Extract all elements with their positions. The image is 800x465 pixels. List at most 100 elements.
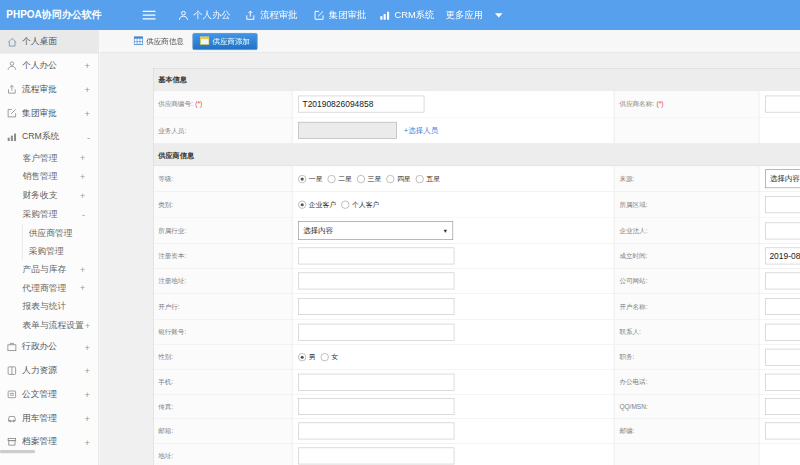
radio-one-star[interactable]: 一星 [298,174,322,183]
nav-group-approval[interactable]: 集团审批 [314,9,367,21]
registered-address-input[interactable] [298,273,454,290]
expand-plus-icon[interactable]: + [85,342,90,353]
expand-plus-icon[interactable]: + [85,321,90,331]
radio-five-star[interactable]: 五星 [416,174,440,183]
field-label: 邮编: [614,419,759,443]
region-input[interactable] [765,196,800,213]
sidebar-item-group-approval[interactable]: 集团审批 + [0,101,98,125]
nav-personal-office[interactable]: 个人办公 [178,9,231,21]
contact-input[interactable] [765,324,800,341]
sidebar-item-crm[interactable]: CRM系统 - [0,125,98,149]
form-row-supplier-code: 供应商编号:(*) T20190826094858 供应商名称:(*) [154,91,800,118]
account-name-input[interactable] [765,298,800,315]
section-supplier-info: 供应商信息 [154,144,800,167]
sidebar-item-workflow[interactable]: 流程审批 + [0,78,98,102]
email-input[interactable] [298,423,454,440]
form-row-industry: 所属行业: 选择内容▼ 企业法人: [154,218,800,244]
qq-msn-input[interactable] [765,398,800,415]
radio-two-star[interactable]: 二星 [328,174,352,183]
expand-plus-icon[interactable]: + [85,365,90,376]
field-label: 业务人员: [154,118,292,144]
sidebar-item-sales-mgmt[interactable]: 销售管理 + [0,168,98,187]
sidebar-item-hr[interactable]: 人力资源 + [0,359,98,383]
field-label: 地址: [154,444,292,465]
edit-icon [7,108,18,119]
position-input[interactable] [765,349,800,366]
form-row-category: 类别: 企业客户 个人客户 所属区域: [154,192,800,218]
expand-plus-icon[interactable]: + [80,172,85,182]
radio-enterprise-customer[interactable]: 企业客户 [298,200,336,209]
nav-crm-system[interactable]: CRM系统 [379,9,434,21]
expand-plus-icon[interactable]: + [80,191,85,201]
website-input[interactable] [765,273,800,290]
chevron-down-icon [495,13,503,17]
expand-plus-icon[interactable]: + [85,437,90,448]
collapse-minus-icon[interactable]: - [82,209,85,219]
sidebar-item-documents[interactable]: 公文管理 + [0,383,98,407]
field-label: 公司网站: [614,269,759,293]
field-label: 开户行: [154,294,292,320]
expand-plus-icon[interactable]: + [80,283,85,293]
supplier-code-input[interactable]: T20190826094858 [298,95,424,112]
tab-supplier-info[interactable]: 供应商信息 [134,36,184,47]
sidebar-item-purchase-mgmt[interactable]: 采购管理 - [0,205,98,224]
sidebar-item-vehicles[interactable]: 用车管理 + [0,406,98,430]
sidebar-item-personal-office[interactable]: 个人办公 + [0,54,98,78]
sidebar-item-admin-office[interactable]: 行政办公 + [0,335,98,359]
office-phone-input[interactable] [765,374,800,391]
address-input[interactable] [298,448,454,465]
expand-plus-icon[interactable]: + [85,389,90,400]
bank-input[interactable] [298,298,454,315]
field-label: 邮箱: [154,419,292,443]
industry-select[interactable]: 选择内容▼ [298,221,453,240]
bar-chart-icon [7,132,18,143]
form-row-registered-capital: 注册资本: 成立时间: 2019-08-26 [154,244,800,269]
mobile-input[interactable] [298,374,454,391]
sales-person-input[interactable] [298,122,397,139]
founding-date-input[interactable]: 2019-08-26 [765,248,800,265]
field-label: 银行账号: [154,320,292,344]
sidebar-item-purchasing[interactable]: 采购管理 [23,242,99,260]
sidebar-item-supplier-mgmt[interactable]: 供应商管理 [23,224,99,242]
expand-plus-icon[interactable]: + [85,413,90,424]
registered-capital-input[interactable] [298,248,454,265]
source-select[interactable]: 选择内容▼ [765,169,800,188]
sidebar-item-finance[interactable]: 财务收支 + [0,186,98,205]
nav-workflow-approval[interactable]: 流程审批 [245,9,298,21]
postcode-input[interactable] [765,423,800,440]
main-content: 基本信息 供应商编号:(*) T20190826094858 供应商名称:(*)… [99,53,800,465]
bank-account-input[interactable] [298,324,454,341]
expand-plus-icon[interactable]: + [80,153,85,163]
sidebar-item-agent-mgmt[interactable]: 代理商管理 + [0,279,98,298]
radio-three-star[interactable]: 三星 [357,174,381,183]
radio-male[interactable]: 男 [298,353,316,362]
sidebar-item-form-flow-settings[interactable]: 表单与流程设置 + [0,316,98,335]
expand-plus-icon[interactable]: + [80,264,85,274]
menu-toggle-icon[interactable] [143,8,156,21]
sidebar-item-products-inventory[interactable]: 产品与库存 + [0,260,98,279]
sidebar-item-reports[interactable]: 报表与统计 [0,298,98,317]
field-label: 开户名称: [614,294,759,320]
expand-plus-icon[interactable]: + [85,60,90,71]
tab-supplier-add-active[interactable]: 供应商添加 [193,33,258,50]
field-label: 等级: [154,166,292,191]
radio-female[interactable]: 女 [321,353,339,362]
sidebar-item-customer-mgmt[interactable]: 客户管理 + [0,149,98,168]
document-icon [7,389,18,400]
field-label: 办公电话: [614,370,759,394]
horizontal-scrollbar[interactable] [0,450,35,453]
supplier-name-input[interactable] [765,95,800,112]
choose-person-link[interactable]: +选择人员 [404,125,438,136]
collapse-minus-icon[interactable]: - [87,132,90,143]
sidebar-item-desktop[interactable]: 个人桌面 [0,30,98,54]
radio-four-star[interactable]: 四星 [386,174,410,183]
nav-more-apps[interactable]: 更多应用 [446,9,503,21]
expand-plus-icon[interactable]: + [85,108,90,119]
field-label: 所属区域: [614,192,759,218]
window-grid-icon [134,36,143,47]
field-label: 联系人: [614,320,759,344]
fax-input[interactable] [298,398,454,415]
radio-individual-customer[interactable]: 个人客户 [341,200,379,209]
legal-person-input[interactable] [765,222,800,239]
expand-plus-icon[interactable]: + [85,84,90,95]
